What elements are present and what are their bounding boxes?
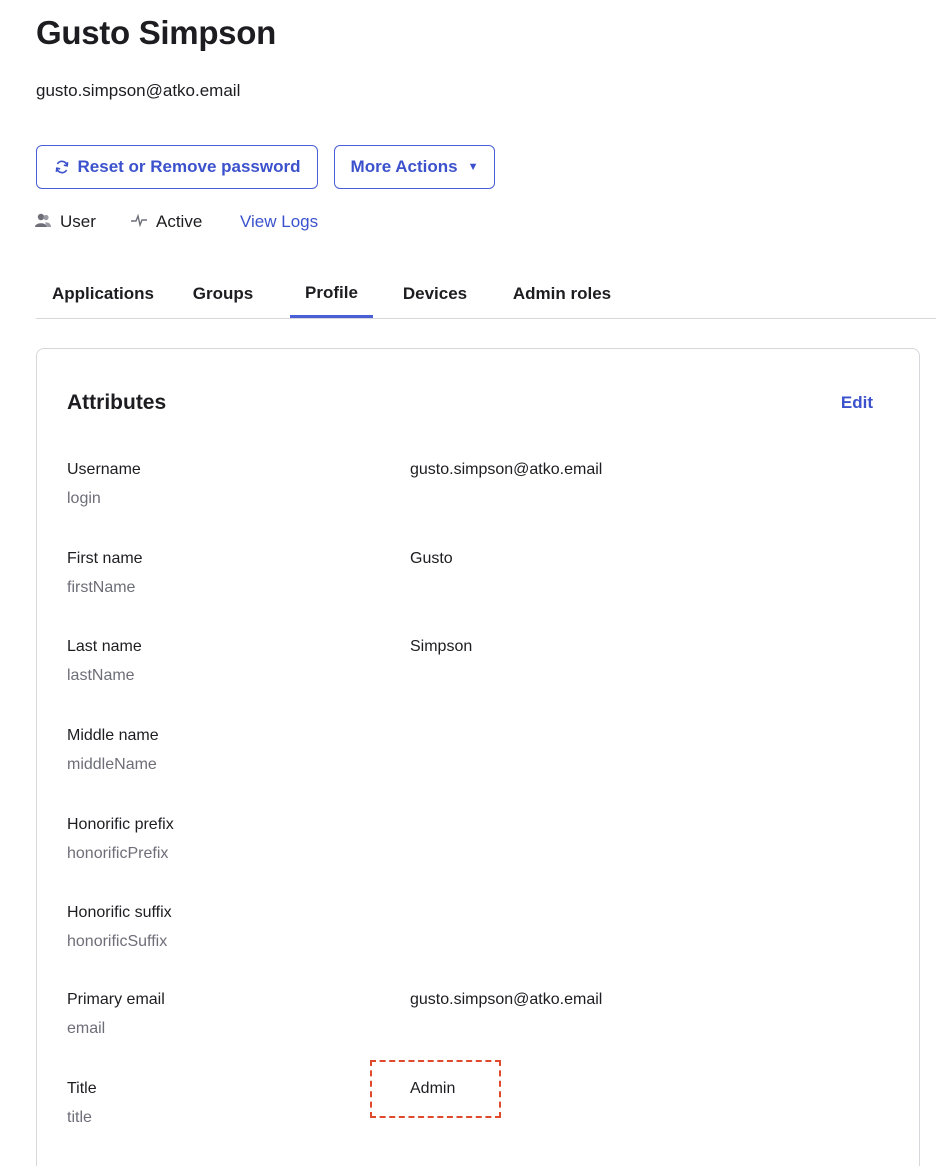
attribute-row: Primary email email gusto.simpson@atko.e…	[67, 991, 887, 1061]
attribute-label: Username	[67, 461, 141, 478]
tab-applications[interactable]: Applications	[50, 270, 156, 317]
attribute-value: gusto.simpson@atko.email	[410, 991, 603, 1008]
user-meta-row: User Active View Logs	[34, 210, 318, 234]
attributes-card: Attributes Edit Username login gusto.sim…	[36, 348, 920, 1166]
attribute-label: Last name	[67, 638, 142, 655]
attribute-label: Primary email	[67, 991, 165, 1008]
more-actions-label: More Actions	[350, 157, 458, 176]
attribute-label: Honorific suffix	[67, 904, 172, 921]
page-title: Gusto Simpson	[36, 14, 276, 51]
reset-password-label: Reset or Remove password	[77, 157, 301, 176]
attribute-key: honorificSuffix	[67, 933, 168, 950]
activity-icon	[130, 212, 148, 232]
attribute-label: Honorific prefix	[67, 816, 174, 833]
highlight-annotation	[370, 1060, 501, 1118]
attribute-value: Simpson	[410, 638, 473, 655]
attributes-title: Attributes	[67, 391, 167, 414]
user-email: gusto.simpson@atko.email	[36, 81, 241, 100]
attribute-key: firstName	[67, 579, 136, 596]
tab-bar: Applications Groups Profile Devices Admi…	[36, 270, 936, 319]
attribute-row: First name firstName Gusto	[67, 550, 887, 620]
user-type: User	[34, 212, 130, 233]
attribute-row: Middle name middleName	[67, 727, 887, 797]
edit-button[interactable]: Edit	[841, 393, 873, 413]
user-profile-page: Gusto Simpson gusto.simpson@atko.email R…	[0, 0, 936, 1166]
caret-down-icon: ▼	[467, 161, 479, 173]
tab-groups[interactable]: Groups	[186, 270, 260, 317]
attribute-row: Honorific suffix honorificSuffix	[67, 904, 887, 974]
attribute-label: First name	[67, 550, 143, 567]
attribute-key: middleName	[67, 756, 157, 773]
attribute-value: Gusto	[410, 550, 453, 567]
tab-admin-roles[interactable]: Admin roles	[510, 270, 614, 317]
attribute-key: login	[67, 490, 101, 507]
tab-profile[interactable]: Profile	[290, 270, 373, 318]
more-actions-button[interactable]: More Actions ▼	[334, 145, 495, 189]
refresh-icon	[54, 159, 70, 175]
view-logs-link[interactable]: View Logs	[240, 212, 318, 232]
user-type-label: User	[60, 212, 96, 231]
attribute-row: Honorific prefix honorificPrefix	[67, 816, 887, 886]
attribute-key: title	[67, 1109, 92, 1126]
user-status-label: Active	[156, 212, 203, 231]
reset-password-button[interactable]: Reset or Remove password	[36, 145, 318, 189]
attribute-value: gusto.simpson@atko.email	[410, 461, 603, 478]
attribute-label: Title	[67, 1080, 97, 1097]
attribute-label: Middle name	[67, 727, 159, 744]
user-icon	[34, 212, 52, 233]
attribute-key: honorificPrefix	[67, 845, 169, 862]
attribute-row: Username login gusto.simpson@atko.email	[67, 461, 887, 531]
tab-devices[interactable]: Devices	[400, 270, 470, 317]
user-status: Active	[130, 212, 240, 232]
attribute-key: lastName	[67, 667, 135, 684]
attribute-row: Last name lastName Simpson	[67, 638, 887, 708]
attribute-key: email	[67, 1020, 106, 1037]
